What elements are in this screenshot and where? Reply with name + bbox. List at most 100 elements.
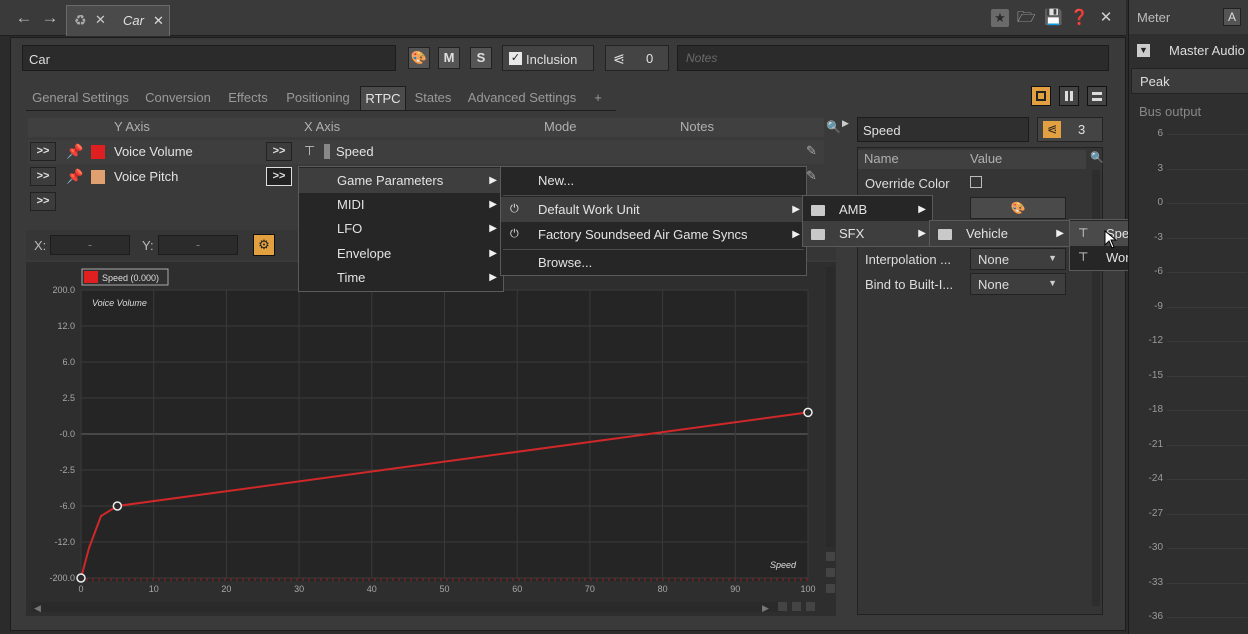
x-tick-label: 100 <box>800 584 815 594</box>
menu-item-sfx[interactable]: SFX ▶ <box>803 221 932 246</box>
layout-columns-icon[interactable] <box>1059 86 1079 106</box>
curve-color-swatch[interactable] <box>91 170 105 184</box>
tab-positioning[interactable]: Positioning <box>278 86 358 110</box>
menu-item-game-parameters[interactable]: Game Parameters ▶ <box>299 168 503 193</box>
expand-button[interactable]: >> <box>30 192 56 211</box>
bind-built-in-select[interactable]: None ▼ <box>970 273 1066 295</box>
col-value[interactable]: Value <box>970 150 1002 168</box>
zoom-out-x-icon[interactable] <box>806 602 815 611</box>
col-notes[interactable]: Notes <box>680 118 714 136</box>
menu-item-browse[interactable]: Browse... <box>501 250 806 275</box>
x-expand-button-active[interactable]: >> <box>266 167 292 186</box>
curve-color-swatch[interactable] <box>91 145 105 159</box>
rtpc-property-title[interactable]: Speed <box>857 117 1029 142</box>
menu-item-envelope[interactable]: Envelope ▶ <box>299 241 503 266</box>
x-expand-button[interactable]: >> <box>266 142 292 161</box>
tab-effects[interactable]: Effects <box>222 86 274 110</box>
tab-conversion[interactable]: Conversion <box>138 86 218 110</box>
close-tab-icon[interactable]: ✕ <box>153 13 164 29</box>
pin-icon[interactable]: 📌 <box>66 143 83 160</box>
close-icon[interactable]: ✕ <box>1097 9 1115 27</box>
references-button[interactable]: ⪗ 0 <box>605 45 669 71</box>
meter-tick-line <box>1167 341 1247 342</box>
notes-field[interactable]: Notes <box>677 45 1109 71</box>
edit-pencil-icon[interactable]: ✎ <box>806 143 817 159</box>
x-tick-label: 80 <box>658 584 668 594</box>
collapse-arrow-icon[interactable]: ▶ <box>842 118 849 129</box>
palette-icon[interactable]: 🎨 <box>970 197 1066 219</box>
zoom-out-y-icon[interactable] <box>826 584 835 593</box>
zoom-in-x-icon[interactable] <box>778 602 787 611</box>
palette-icon[interactable]: 🎨 <box>408 47 430 69</box>
meter-tick-label: 3 <box>1157 162 1163 174</box>
interpolation-select[interactable]: None ▼ <box>970 248 1066 270</box>
snap-icon[interactable]: ⚙ <box>253 234 275 256</box>
expand-button[interactable]: >> <box>30 142 56 161</box>
tab-general-settings[interactable]: General Settings <box>28 86 133 110</box>
expand-button[interactable]: >> <box>30 167 56 186</box>
zoom-in-y-icon[interactable] <box>826 552 835 561</box>
curve-point[interactable] <box>803 407 813 418</box>
mute-button[interactable]: M <box>438 47 460 69</box>
meter-tick-label: -18 <box>1148 404 1163 415</box>
x-coord-field[interactable]: - <box>50 235 130 255</box>
add-tab-button[interactable]: + <box>586 86 610 110</box>
fit-x-icon[interactable] <box>792 602 801 611</box>
tab-states[interactable]: States <box>410 86 456 110</box>
solo-button[interactable]: S <box>470 47 492 69</box>
forward-arrow-icon[interactable]: → <box>40 8 60 28</box>
references-count: 0 <box>646 51 654 66</box>
object-name-field[interactable]: Car <box>22 45 396 71</box>
tab-advanced-settings[interactable]: Advanced Settings <box>462 86 582 110</box>
table-search-icon[interactable]: 🔍 <box>826 120 841 134</box>
y-axis-property[interactable]: Voice Pitch <box>114 169 178 184</box>
folder-open-icon[interactable]: 🗁 <box>1017 9 1036 27</box>
y-axis-property[interactable]: Voice Volume <box>114 144 193 159</box>
override-color-checkbox[interactable] <box>970 176 982 188</box>
x-axis-game-parameter[interactable]: Speed <box>336 144 374 159</box>
save-icon[interactable]: 💾 <box>1044 9 1063 27</box>
grid-search-icon[interactable]: 🔍 <box>1090 151 1104 164</box>
inclusion-toggle[interactable]: ✓ Inclusion <box>502 45 594 71</box>
fit-y-icon[interactable] <box>826 568 835 577</box>
help-icon[interactable]: ❓ <box>1070 9 1089 27</box>
col-x-axis[interactable]: X Axis <box>304 118 340 136</box>
game-parameter-icon: ⊤ <box>304 143 316 158</box>
edit-pencil-icon[interactable]: ✎ <box>806 168 817 184</box>
back-arrow-icon[interactable]: ← <box>14 8 34 28</box>
x-tick-label: 40 <box>367 584 377 594</box>
menu-item-new[interactable]: New... <box>501 168 806 193</box>
rtpc-graph[interactable]: 200.0 12.0 6.0 2.5 -0.0 -2.5 -6.0 -12.0 -200.0 0… <box>26 262 836 616</box>
y-coord-field[interactable]: - <box>158 235 238 255</box>
menu-item-lfo[interactable]: LFO ▶ <box>299 216 503 241</box>
menu-item-factory-soundseed[interactable]: ⏻ Factory Soundseed Air Game Syncs ▶ <box>501 222 806 247</box>
x-tick-label: 70 <box>585 584 595 594</box>
meter-tick-label: -6 <box>1154 266 1163 277</box>
menu-item-amb[interactable]: AMB ▶ <box>803 197 932 222</box>
curve-point[interactable] <box>76 573 86 583</box>
col-name[interactable]: Name <box>864 150 899 168</box>
col-mode[interactable]: Mode <box>544 118 577 136</box>
tab-rtpc[interactable]: RTPC <box>360 86 406 110</box>
menu-item-midi[interactable]: MIDI ▶ <box>299 192 503 217</box>
graph-v-scrollbar[interactable] <box>826 267 835 547</box>
tab-title: Car <box>123 13 144 28</box>
checkbox-checked-icon[interactable]: ✓ <box>509 52 522 65</box>
pin-icon[interactable]: 📌 <box>66 168 83 185</box>
layout-rows-icon[interactable] <box>1087 86 1107 106</box>
col-y-axis[interactable]: Y Axis <box>114 118 150 136</box>
curve-point[interactable] <box>112 501 123 511</box>
actor-mixer-icon: ✕ <box>95 12 106 27</box>
star-icon[interactable]: ★ <box>991 9 1009 27</box>
table-row[interactable]: >> 📌 Voice Volume >> ⊤ Speed ✎ <box>28 140 824 164</box>
menu-item-vehicle[interactable]: Vehicle ▶ <box>930 221 1070 246</box>
tab-car[interactable]: ♻ ✕ Car ✕ <box>66 5 170 36</box>
graph-h-scrollbar[interactable] <box>31 602 781 612</box>
rtpc-references-button[interactable]: ⪗ 3 <box>1037 117 1103 142</box>
layout-single-icon[interactable] <box>1031 86 1051 106</box>
menu-item-time[interactable]: Time ▶ <box>299 265 503 290</box>
menu-item-default-work-unit[interactable]: ⏻ Default Work Unit ▶ <box>501 197 806 222</box>
context-menu-default-work-unit: AMB ▶ SFX ▶ <box>802 195 933 247</box>
scroll-right-icon[interactable]: ▶ <box>762 603 769 613</box>
scroll-left-icon[interactable]: ◀ <box>34 603 41 613</box>
